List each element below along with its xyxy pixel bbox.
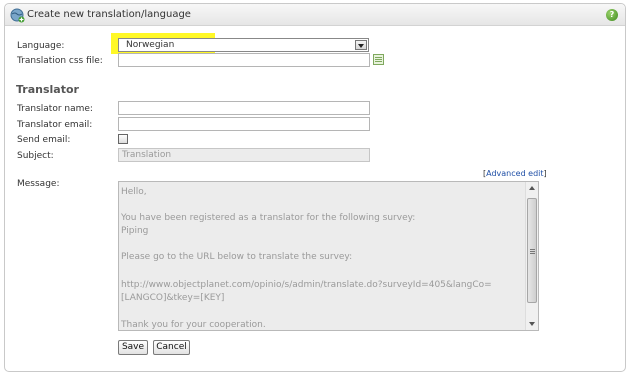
translator-name-input[interactable] [118,101,370,115]
advanced-edit-link[interactable]: Advanced edit [486,169,543,178]
dialog-title: Create new translation/language [27,9,191,20]
advanced-edit-close-bracket: ] [543,169,547,178]
advanced-edit: [Advanced edit] [483,169,547,178]
message-line: Hello, [121,187,147,197]
subject-label: Subject: [17,151,54,161]
globe-add-icon [10,8,25,23]
translator-name-label: Translator name: [17,104,93,114]
translator-email-label: Translator email: [17,120,93,130]
scroll-down-arrow-icon[interactable] [529,322,535,326]
grip-icon [530,249,535,250]
scrollbar-thumb[interactable] [527,198,537,303]
css-file-input[interactable] [118,53,370,67]
message-line: [LANGCO]&tkey=[KEY] [121,293,225,303]
save-button[interactable]: Save [118,340,148,355]
scroll-up-arrow-icon[interactable] [529,186,535,190]
send-email-label: Send email: [17,135,71,145]
cancel-button[interactable]: Cancel [153,340,190,355]
message-line: Piping [121,226,149,236]
language-select-value: Norwegian [126,40,175,50]
send-email-checkbox[interactable] [118,134,128,144]
help-icon[interactable]: ? [606,9,618,21]
dialog-titlebar: Create new translation/language ? [5,4,625,26]
translator-heading: Translator [16,83,79,96]
subject-value: Translation [122,150,172,160]
css-file-label: Translation css file: [17,56,103,66]
language-label: Language: [17,41,65,51]
subject-input: Translation [118,148,370,162]
message-line: Please go to the URL below to translate … [121,252,353,262]
message-label: Message: [17,179,60,189]
create-translation-dialog: Create new translation/language ? Langua… [4,3,626,372]
message-line: http://www.objectplanet.com/opinio/s/adm… [121,280,492,290]
message-textarea[interactable]: Hello, You have been registered as a tra… [118,181,539,331]
translator-email-input[interactable] [118,117,370,131]
message-line: You have been registered as a translator… [121,213,416,223]
chevron-down-icon[interactable] [355,40,367,50]
language-select[interactable]: Norwegian [118,38,369,52]
message-scrollbar[interactable] [525,182,538,330]
file-browse-icon[interactable] [373,54,384,65]
message-line: Thank you for your cooperation. [121,320,266,330]
